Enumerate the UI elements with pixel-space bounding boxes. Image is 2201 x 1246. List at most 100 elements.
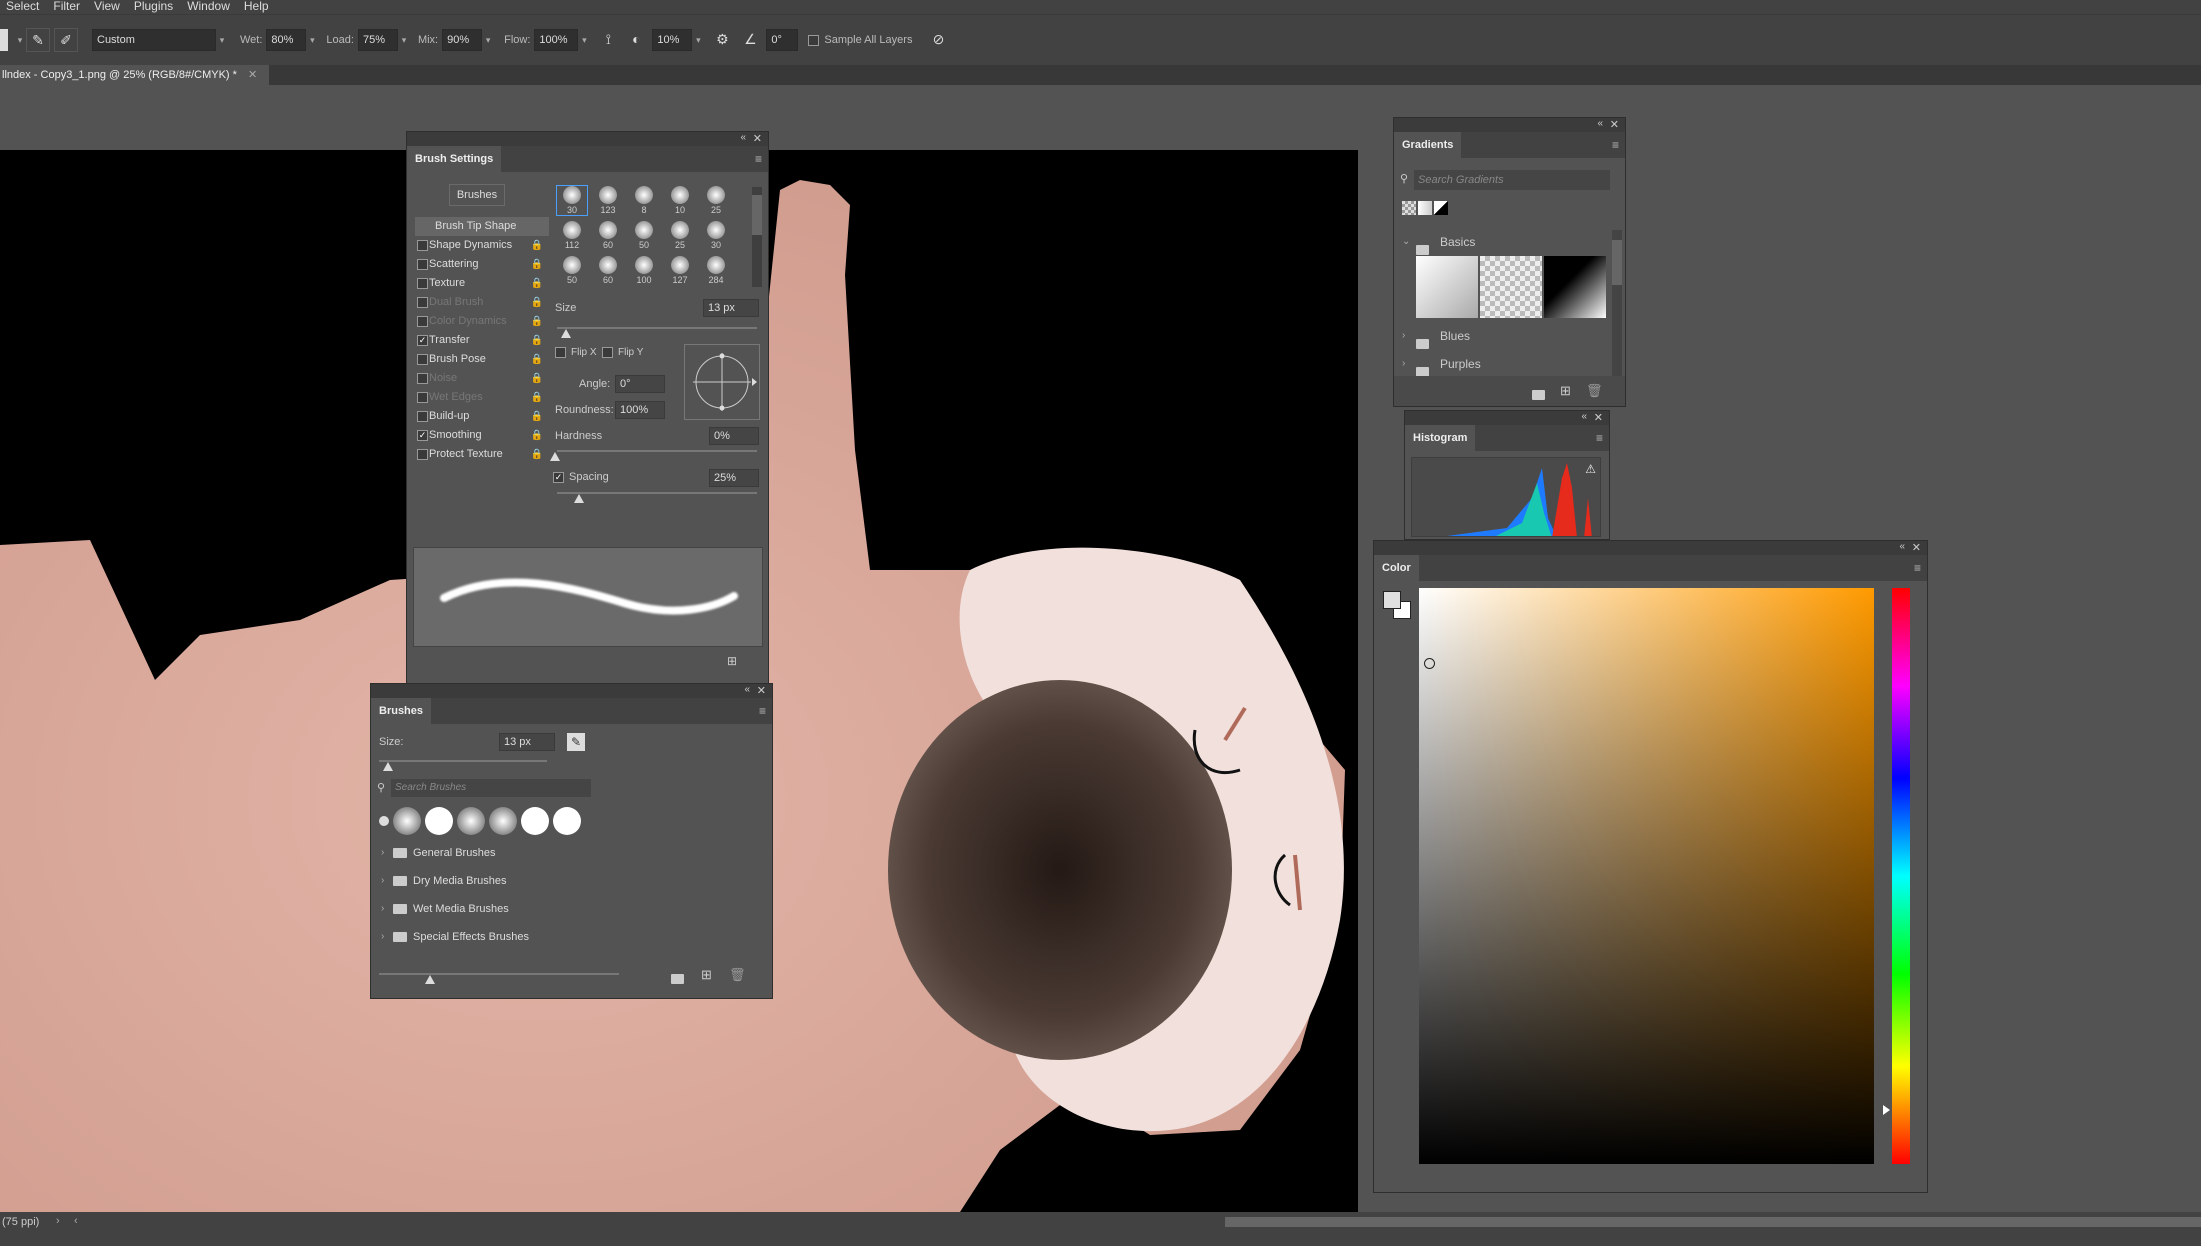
- brushes-size-field[interactable]: 13 px: [499, 733, 555, 751]
- spacing-slider[interactable]: [557, 492, 757, 494]
- brushes-tab[interactable]: Brushes: [371, 698, 432, 724]
- airbrush-icon[interactable]: ⟟: [596, 28, 620, 52]
- recent-gradient-3[interactable]: [1434, 201, 1448, 215]
- close-icon[interactable]: ✕: [753, 132, 762, 145]
- foreground-color-swatch[interactable]: [1383, 591, 1401, 609]
- close-icon[interactable]: ✕: [1594, 411, 1603, 424]
- brush-setting-protect-texture[interactable]: Protect Texture 🔒: [415, 445, 549, 464]
- wet-chevron-icon[interactable]: ▾: [306, 35, 318, 46]
- brush-setting-texture[interactable]: Texture 🔒: [415, 274, 549, 293]
- horizontal-scrollbar[interactable]: [1225, 1217, 2201, 1227]
- color-picker-cursor[interactable]: [1424, 658, 1435, 669]
- brush-setting-checkbox[interactable]: ✓: [417, 335, 428, 346]
- chevron-down-icon[interactable]: ▾: [14, 35, 26, 46]
- brush-setting-checkbox[interactable]: [417, 316, 428, 327]
- brush-setting-checkbox[interactable]: [417, 297, 428, 308]
- warning-icon[interactable]: ⚠: [1585, 462, 1596, 476]
- smoothing-field[interactable]: 10%: [652, 29, 693, 51]
- brush-setting-checkbox[interactable]: [417, 278, 428, 289]
- spacing-checkbox[interactable]: ✓: [553, 471, 564, 483]
- brush-setting-checkbox[interactable]: [417, 354, 428, 365]
- hue-slider[interactable]: [1892, 588, 1910, 1164]
- brush-folder-wet-media-brushes[interactable]: › Wet Media Brushes: [371, 895, 756, 923]
- brush-setting-checkbox[interactable]: ✓: [417, 430, 428, 441]
- hardness-slider[interactable]: [557, 450, 757, 452]
- brush-setting-checkbox[interactable]: [417, 411, 428, 422]
- brush-setting-build-up[interactable]: Build-up 🔒: [415, 407, 549, 426]
- brushes-thumb-size-slider[interactable]: [379, 973, 619, 975]
- panel-menu-icon[interactable]: ≡: [1612, 138, 1619, 152]
- lock-icon[interactable]: 🔒: [531, 445, 543, 464]
- preset-select[interactable]: Custom: [92, 29, 216, 51]
- panel-menu-icon[interactable]: ≡: [1596, 431, 1603, 445]
- brushes-button[interactable]: Brushes: [449, 184, 505, 206]
- brush-setting-smoothing[interactable]: ✓ Smoothing 🔒: [415, 426, 549, 445]
- recent-brush-3[interactable]: [425, 807, 453, 835]
- size-slider[interactable]: [557, 327, 757, 329]
- brush-folder-dry-media-brushes[interactable]: › Dry Media Brushes: [371, 867, 756, 895]
- sample-all-layers-checkbox[interactable]: [808, 34, 820, 46]
- recent-brush-2[interactable]: [393, 807, 421, 835]
- tips-scrollbar[interactable]: [752, 187, 762, 287]
- close-icon[interactable]: ✕: [1912, 541, 1921, 554]
- chevron-right-icon[interactable]: ›: [381, 895, 384, 923]
- document-tab[interactable]: llndex - Copy3_1.png @ 25% (RGB/8#/CMYK)…: [0, 65, 270, 85]
- brushes-thumb-size-thumb[interactable]: [425, 975, 435, 984]
- lock-icon[interactable]: 🔒: [531, 236, 543, 255]
- brush-tip[interactable]: 10: [665, 186, 695, 215]
- flip-y[interactable]: Flip Y: [602, 347, 643, 358]
- flip-x[interactable]: Flip X: [555, 347, 597, 358]
- close-icon[interactable]: ✕: [248, 69, 257, 81]
- angle-field[interactable]: 0°: [615, 375, 665, 393]
- menu-help[interactable]: Help: [244, 0, 269, 14]
- recent-gradient-1[interactable]: [1402, 201, 1416, 215]
- hue-slider-thumb[interactable]: [1883, 1105, 1890, 1115]
- lock-icon[interactable]: 🔒: [531, 255, 543, 274]
- brush-setting-wet-edges[interactable]: Wet Edges 🔒: [415, 388, 549, 407]
- load-field[interactable]: 75%: [357, 29, 398, 51]
- angle-roundness-widget[interactable]: [684, 344, 760, 420]
- new-brush-icon[interactable]: ⊞: [701, 967, 712, 983]
- recent-brush-4[interactable]: [457, 807, 485, 835]
- flow-chevron-icon[interactable]: ▾: [578, 35, 590, 46]
- brush-tip[interactable]: 60: [593, 256, 623, 285]
- brush-tip-grid[interactable]: 30 123 8 10 25 112 60 50 25 30 50 60 100 127 284: [553, 184, 753, 289]
- histogram-tab[interactable]: Histogram: [1405, 425, 1476, 451]
- menu-select[interactable]: Select: [6, 0, 39, 14]
- mix-field[interactable]: 90%: [442, 29, 483, 51]
- clean-brush-icon[interactable]: ✐: [54, 28, 78, 52]
- recent-brush-6[interactable]: [521, 807, 549, 835]
- panel-menu-icon[interactable]: ≡: [755, 152, 762, 166]
- new-group-icon[interactable]: [1532, 386, 1545, 401]
- tool-preset-swatch[interactable]: [0, 29, 8, 51]
- gradients-tab[interactable]: Gradients: [1394, 132, 1462, 158]
- lock-icon[interactable]: 🔒: [531, 293, 543, 312]
- collapse-icon[interactable]: «: [1581, 411, 1587, 422]
- brush-tip[interactable]: 30: [556, 185, 588, 216]
- new-brush-icon[interactable]: ⊞: [727, 654, 737, 668]
- size-field[interactable]: 13 px: [703, 299, 759, 317]
- lock-icon[interactable]: 🔒: [531, 312, 543, 331]
- load-chevron-icon[interactable]: ▾: [398, 35, 410, 46]
- lock-icon[interactable]: 🔒: [531, 331, 543, 350]
- chevron-right-icon[interactable]: ›: [381, 867, 384, 895]
- brush-tip[interactable]: 284: [701, 256, 731, 285]
- menu-window[interactable]: Window: [187, 0, 230, 14]
- brush-setting-checkbox[interactable]: [417, 259, 428, 270]
- chevron-right-icon[interactable]: ›: [381, 839, 384, 867]
- smoothing-chevron-icon[interactable]: ▾: [692, 35, 704, 46]
- panel-menu-icon[interactable]: ≡: [1914, 561, 1921, 575]
- hardness-slider-thumb[interactable]: [550, 452, 560, 461]
- brush-tip[interactable]: 50: [629, 221, 659, 250]
- new-gradient-icon[interactable]: ⊞: [1560, 383, 1571, 399]
- brush-setting-brush-pose[interactable]: Brush Pose 🔒: [415, 350, 549, 369]
- pressure-icon[interactable]: ⊘: [926, 28, 950, 52]
- gear-icon[interactable]: ⚙: [710, 28, 734, 52]
- collapse-icon[interactable]: «: [740, 132, 746, 143]
- roundness-field[interactable]: 100%: [615, 401, 665, 419]
- menu-view[interactable]: View: [94, 0, 120, 14]
- brush-tip[interactable]: 60: [593, 221, 623, 250]
- chevron-right-icon[interactable]: ›: [381, 923, 384, 951]
- brush-setting-dual-brush[interactable]: Dual Brush 🔒: [415, 293, 549, 312]
- brush-setting-transfer[interactable]: ✓ Transfer 🔒: [415, 331, 549, 350]
